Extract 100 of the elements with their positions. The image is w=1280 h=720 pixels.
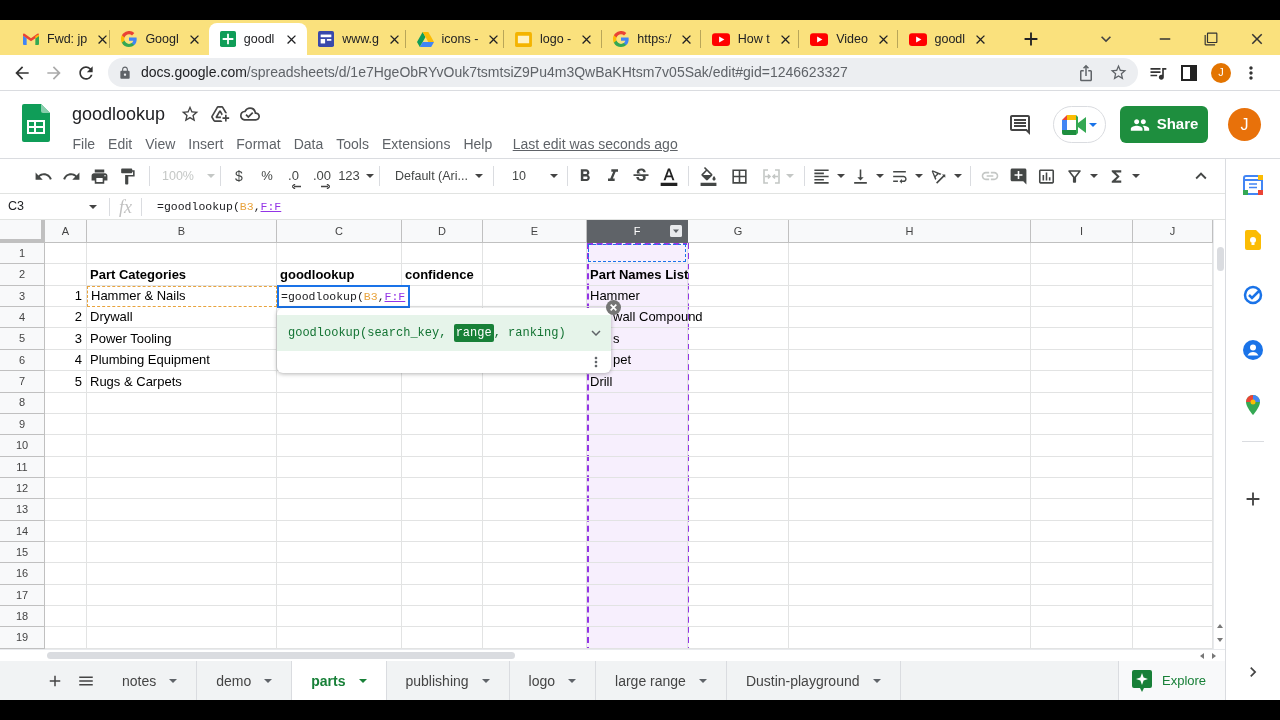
column-header[interactable]: F [587, 220, 688, 243]
row-header[interactable]: 2 [0, 264, 45, 286]
menu-item[interactable]: Extensions [375, 133, 457, 155]
row-header[interactable]: 8 [0, 392, 45, 414]
row-header[interactable]: 17 [0, 584, 45, 607]
menu-item[interactable]: File [66, 133, 102, 155]
menu-item[interactable]: Tools [329, 133, 376, 155]
column-header[interactable]: D [402, 220, 483, 243]
table-cell [45, 499, 87, 521]
row-header[interactable]: 14 [0, 520, 45, 543]
row-header[interactable]: 18 [0, 606, 45, 628]
caret-icon [358, 679, 367, 683]
row-header[interactable]: 5 [0, 328, 45, 350]
scroll-down-icon[interactable] [1217, 638, 1223, 642]
row-header[interactable]: 11 [0, 456, 45, 478]
document-title[interactable]: goodlookup [72, 100, 166, 128]
cell-editor[interactable]: =goodlookup(B3,F:F [277, 284, 410, 308]
side-panel-icon[interactable] [1181, 64, 1197, 81]
column-header[interactable]: B [87, 220, 277, 243]
row-header[interactable]: 13 [0, 499, 45, 521]
row-header[interactable]: 10 [0, 435, 45, 457]
cell-text: pet [613, 352, 632, 369]
share-button[interactable]: Share [1120, 106, 1208, 143]
increase-decimal-button[interactable]: .00 [306, 163, 338, 189]
currency-button[interactable]: $ [225, 163, 253, 189]
scroll-up-icon[interactable] [1217, 624, 1223, 628]
map-pin-icon[interactable] [1246, 395, 1260, 415]
last-edit-link[interactable]: Last edit was seconds ago [512, 133, 678, 155]
align-left-icon [812, 166, 831, 186]
comment-icon[interactable] [1008, 112, 1032, 137]
menu-item[interactable]: Data [287, 133, 330, 155]
font-select[interactable]: Default (Ari... [385, 163, 489, 189]
column-header[interactable]: I [1031, 220, 1133, 243]
decrease-decimal-button[interactable]: .0 [281, 163, 306, 189]
scroll-right-icon[interactable] [1212, 653, 1216, 659]
scrollbar-thumb[interactable] [47, 652, 515, 659]
row-header[interactable]: 7 [0, 371, 45, 393]
restore-icon[interactable] [1204, 32, 1218, 46]
explore-button[interactable]: Explore [1118, 661, 1225, 701]
bookmark-star-icon[interactable] [1109, 63, 1128, 82]
browser-tab[interactable]: goodl [897, 23, 996, 55]
row-header[interactable]: 19 [0, 627, 45, 649]
borders-icon [729, 166, 749, 186]
menu-item[interactable]: Insert [181, 133, 230, 155]
address-bar[interactable]: docs.google.com/spreadsheets/d/1e7HgeObRYvOuk7tsmtsiZ9Pu4m3QwBaKHtsm7v05Sak/edit#gid=1246623327 [108, 58, 1138, 87]
percent-button[interactable]: % [253, 163, 281, 189]
browser-tab[interactable]: Fwd: jp [12, 23, 111, 55]
print-icon [89, 166, 109, 186]
row-header[interactable]: 3 [0, 285, 45, 308]
browser-tab[interactable]: Googl [110, 23, 209, 55]
check-circle-icon[interactable] [1243, 285, 1263, 305]
menu-item[interactable]: Format [229, 133, 288, 155]
lock-icon [118, 65, 132, 80]
column-header[interactable]: H [789, 220, 1031, 243]
column-menu-icon[interactable] [670, 225, 682, 237]
column-header[interactable]: J [1133, 220, 1213, 243]
triangle-logo-icon [416, 31, 434, 47]
table-cell [45, 606, 87, 628]
menu-item[interactable]: Help [456, 133, 499, 155]
browser-tab[interactable]: logo - [503, 23, 603, 55]
number-format-select[interactable]: 123 [338, 163, 374, 189]
browser-tab[interactable]: Video [799, 23, 898, 55]
browser-tab[interactable]: www.g [307, 23, 406, 55]
sheet-tab[interactable]: parts [292, 661, 387, 701]
scrollbar-thumb[interactable] [1217, 247, 1224, 271]
cell-text: Rugs & Carpets [90, 373, 182, 390]
row-header[interactable]: 16 [0, 563, 45, 585]
font-size-select[interactable]: 10 [498, 163, 564, 189]
move-to-drive-icon[interactable] [210, 104, 231, 124]
person-circle-icon[interactable] [1243, 340, 1263, 360]
row-header[interactable]: 1 [0, 243, 45, 265]
browser-tab[interactable]: icons - [405, 23, 504, 55]
browser-tab[interactable]: goodl [208, 23, 308, 55]
cell-text: 2 [74, 309, 82, 326]
calendar-icon[interactable] [1243, 175, 1263, 195]
caret-icon [481, 679, 490, 683]
row-header[interactable]: 6 [0, 349, 45, 372]
column-header[interactable]: C [277, 220, 402, 243]
cell-text: Hammer [590, 288, 640, 305]
row-header[interactable]: 4 [0, 307, 45, 329]
name-box[interactable]: C3 [0, 194, 109, 219]
table-cell [45, 563, 87, 585]
paint-bucket-icon [698, 166, 718, 186]
row-header[interactable]: 15 [0, 542, 45, 564]
row-header[interactable]: 9 [0, 413, 45, 436]
formula-input[interactable]: =goodlookup(B3,F:F [157, 197, 282, 216]
column-header[interactable]: E [483, 220, 587, 243]
menu-item[interactable]: View [138, 133, 182, 155]
row-header[interactable]: 12 [0, 477, 45, 500]
table-cell [45, 456, 87, 478]
cell-text: Drill [590, 373, 613, 390]
cloud-check-icon[interactable] [240, 104, 261, 124]
browser-tab[interactable]: How t [700, 23, 800, 55]
share-icon[interactable] [1077, 63, 1095, 82]
column-header[interactable]: G [688, 220, 789, 243]
table-cell [45, 584, 87, 607]
column-header[interactable]: A [45, 220, 87, 243]
browser-tab[interactable]: https:/ [602, 23, 701, 55]
menu-item[interactable]: Edit [101, 133, 139, 155]
scroll-left-icon[interactable] [1200, 653, 1204, 659]
